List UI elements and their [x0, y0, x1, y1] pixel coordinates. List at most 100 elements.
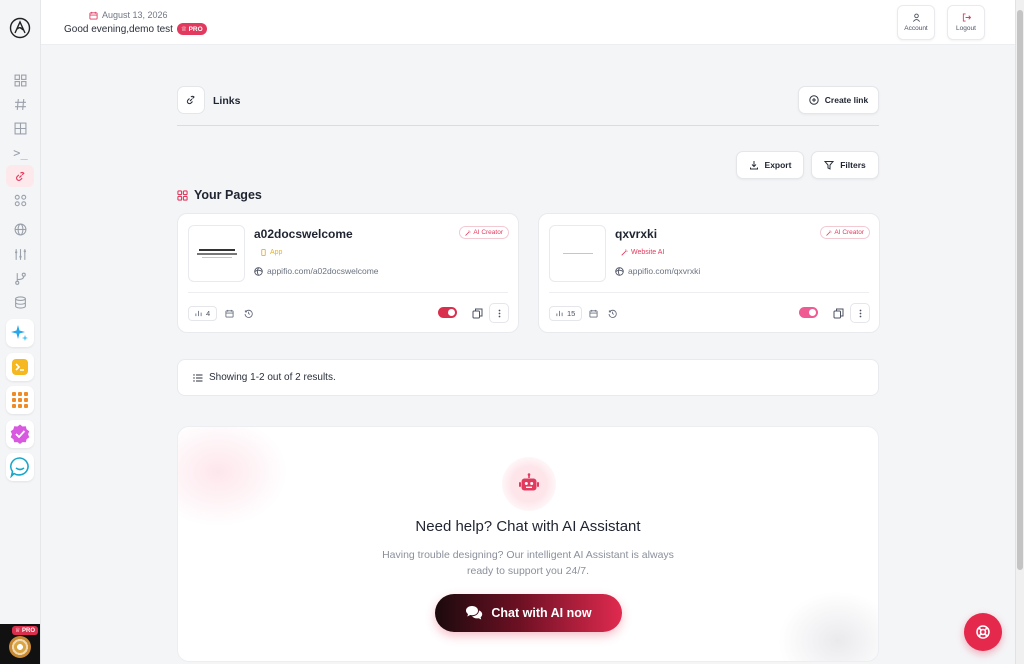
database-icon — [15, 296, 26, 309]
hash-icon — [15, 99, 26, 110]
create-link-label: Create link — [824, 95, 869, 105]
bar-chart-icon — [195, 310, 202, 317]
more-vertical-icon — [859, 309, 861, 317]
link-icon — [186, 95, 195, 105]
filters-label: Filters — [840, 160, 866, 170]
filter-icon — [824, 161, 835, 170]
sidebar-app-grid[interactable] — [6, 386, 34, 414]
magic-wand-icon — [826, 230, 832, 236]
logout-label: Logout — [956, 25, 976, 32]
more-options-button[interactable] — [850, 303, 870, 323]
date-text: August 13, 2026 — [102, 10, 168, 20]
globe-icon — [615, 266, 624, 276]
page-thumbnail[interactable] — [549, 225, 606, 282]
chat-with-ai-button[interactable]: Chat with AI now — [435, 594, 622, 632]
sidebar-app-terminal[interactable] — [6, 353, 34, 381]
sidebar-app-chat[interactable] — [6, 453, 34, 481]
card-title[interactable]: a02docswelcome — [254, 227, 353, 241]
logout-button[interactable]: Logout — [947, 5, 985, 40]
section-title-text: Your Pages — [194, 188, 262, 202]
user-avatar[interactable]: ♕ PRO — [0, 624, 40, 664]
export-button[interactable]: Export — [736, 151, 804, 179]
history-icon[interactable] — [244, 309, 253, 318]
calendar-icon[interactable] — [589, 309, 598, 318]
sidebar-item-links[interactable] — [6, 165, 34, 187]
account-label: Account — [904, 25, 928, 32]
sidebar-item-branches[interactable] — [12, 270, 29, 287]
grid-app-icon — [12, 392, 28, 408]
sidebar-app-verified[interactable] — [6, 420, 34, 448]
section-title: Your Pages — [177, 188, 262, 202]
card-url-text: appifio.com/a02docswelcome — [267, 266, 379, 276]
greeting: Good evening,demo test ♕ PRO — [64, 23, 207, 35]
ai-badge-label: AI Creator — [473, 229, 503, 236]
page-card[interactable]: qxvrxki Website AI appifio.com/qxvrxki A… — [538, 213, 880, 333]
sidebar-app-ai[interactable] — [6, 319, 34, 347]
widgets-icon — [14, 194, 27, 207]
help-title: Need help? Chat with AI Assistant — [415, 518, 641, 535]
card-type-label: App — [270, 249, 283, 256]
copy-icon[interactable] — [472, 308, 483, 319]
more-options-button[interactable] — [489, 303, 509, 323]
table-grid-icon — [14, 122, 27, 135]
filters-button[interactable]: Filters — [811, 151, 879, 179]
magic-wand-icon — [465, 230, 471, 236]
card-type: Website AI — [621, 249, 664, 256]
avatar-pro-badge: ♕ PRO — [12, 626, 39, 635]
views-stat: 15 — [549, 306, 583, 321]
scrollbar-thumb[interactable] — [1017, 10, 1023, 570]
git-branch-icon — [15, 272, 26, 285]
avatar-image — [9, 636, 31, 658]
card-url-text: appifio.com/qxvrxki — [628, 266, 701, 276]
sidebar-item-database[interactable] — [12, 294, 29, 311]
terminal-icon: >_ — [13, 145, 28, 160]
greeting-text: Good evening,demo test — [64, 23, 173, 35]
ai-creator-badge: AI Creator — [459, 226, 509, 239]
sidebar-item-terminal[interactable]: >_ — [12, 144, 29, 161]
app-logo-icon[interactable] — [9, 17, 31, 39]
export-label: Export — [764, 160, 792, 170]
lifebuoy-icon — [976, 625, 990, 639]
globe-icon — [254, 266, 263, 276]
grid-icon — [177, 189, 188, 201]
page-enabled-toggle[interactable] — [438, 307, 457, 318]
robot-badge — [502, 457, 556, 511]
logout-icon — [962, 13, 971, 22]
results-summary: Showing 1-2 out of 2 results. — [177, 359, 879, 396]
terminal-app-icon — [12, 359, 28, 375]
card-url[interactable]: appifio.com/a02docswelcome — [254, 266, 379, 276]
bar-chart-icon — [556, 310, 563, 317]
download-icon — [749, 161, 758, 170]
sliders-icon — [15, 249, 26, 260]
account-button[interactable]: Account — [897, 5, 935, 40]
sidebar-item-dashboard[interactable] — [12, 72, 29, 89]
sidebar-item-settings[interactable] — [12, 246, 29, 263]
magic-wand-icon — [621, 249, 628, 256]
header-date: August 13, 2026 — [89, 10, 168, 20]
calendar-icon[interactable] — [225, 309, 234, 318]
sidebar-item-globe[interactable] — [12, 221, 29, 238]
sidebar-item-hash[interactable] — [12, 96, 29, 113]
more-vertical-icon — [498, 309, 500, 317]
card-title[interactable]: qxvrxki — [615, 227, 657, 241]
page-thumbnail[interactable] — [188, 225, 245, 282]
page-scrollbar[interactable] — [1015, 0, 1024, 664]
support-fab-button[interactable] — [964, 613, 1002, 651]
card-url[interactable]: appifio.com/qxvrxki — [615, 266, 700, 276]
copy-icon[interactable] — [833, 308, 844, 319]
page-header: Links — [177, 86, 879, 126]
calendar-icon — [89, 11, 98, 20]
sidebar-item-widgets[interactable] — [12, 192, 29, 209]
sidebar-item-table[interactable] — [12, 120, 29, 137]
check-badge-app-icon — [10, 424, 30, 444]
chat-button-label: Chat with AI now — [491, 606, 592, 620]
dashboard-grid-icon — [14, 74, 27, 87]
pro-badge: ♕ PRO — [176, 23, 207, 35]
page-card[interactable]: a02docswelcome App appifio.com/a02docswe… — [177, 213, 519, 333]
user-icon — [912, 13, 920, 22]
page-enabled-toggle[interactable] — [799, 307, 818, 318]
create-link-button[interactable]: Create link — [798, 86, 879, 114]
plus-circle-icon — [809, 95, 819, 105]
globe-icon — [14, 223, 27, 236]
history-icon[interactable] — [608, 309, 617, 318]
